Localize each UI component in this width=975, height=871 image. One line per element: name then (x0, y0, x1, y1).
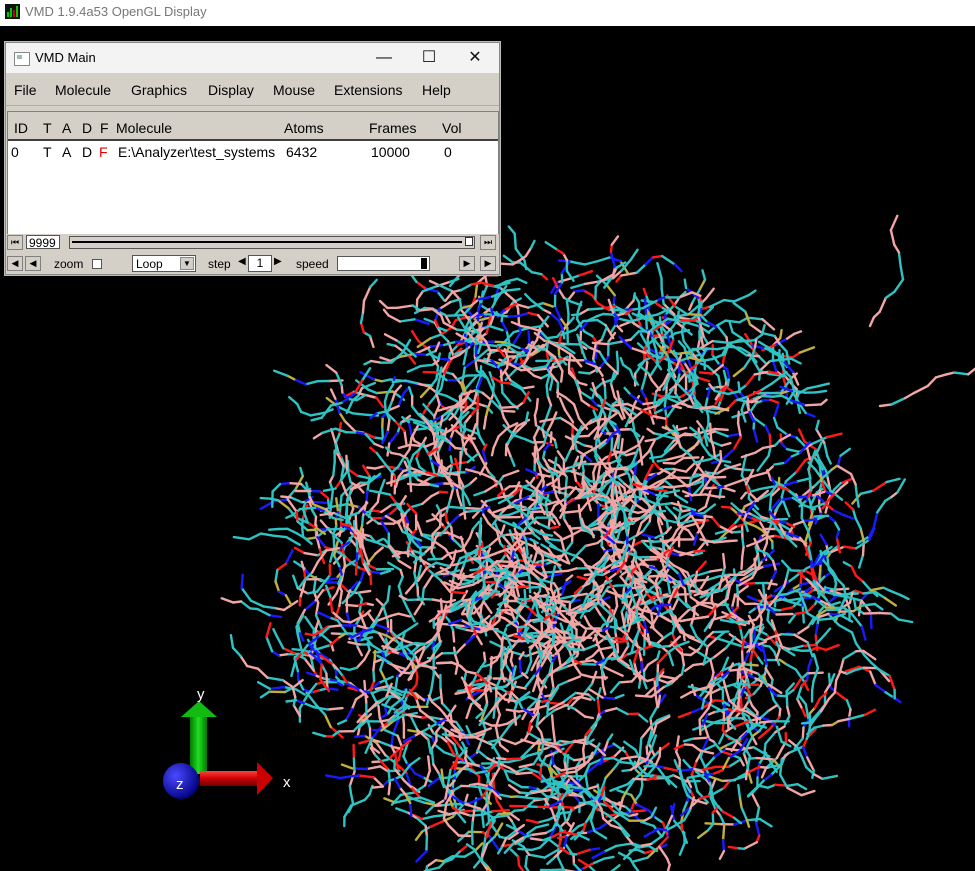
molecule-list-header: ID T A D F Molecule Atoms Frames Vol (8, 112, 498, 141)
window-icon (14, 52, 30, 66)
close-button[interactable]: ✕ (452, 43, 498, 73)
play-forward-button[interactable]: ▶ (480, 256, 496, 271)
step-decrement-icon[interactable]: ◀ (238, 256, 246, 267)
vmd-main-title: VMD Main (35, 50, 96, 65)
play-reverse-button[interactable]: ◀ (25, 256, 41, 271)
row-id: 0 (11, 144, 19, 160)
row-top-toggle[interactable]: T (43, 144, 52, 160)
row-molecule-name: E:\Analyzer\test_systems (118, 144, 276, 160)
step-forward-button[interactable]: ▶ (459, 256, 475, 271)
frame-slider-thumb[interactable] (465, 237, 473, 246)
column-id[interactable]: ID (14, 120, 28, 136)
column-active[interactable]: A (62, 120, 71, 136)
row-frames: 10000 (371, 144, 410, 160)
column-vol[interactable]: Vol (442, 120, 461, 136)
step-input[interactable]: 1 (248, 255, 272, 272)
speed-label: speed (296, 257, 329, 271)
loop-mode-value: Loop (136, 257, 163, 271)
step-increment-icon[interactable]: ▶ (274, 256, 282, 267)
y-axis-arrow (181, 701, 217, 774)
column-atoms[interactable]: Atoms (284, 120, 324, 136)
animation-control-row: ◀ ◀ zoom Loop ▼ step ◀ 1 ▶ speed ▶ ▶ (6, 254, 499, 274)
first-frame-button[interactable]: ⏮ (7, 235, 23, 250)
row-drawn-toggle[interactable]: D (82, 144, 92, 160)
frame-control-row: ⏮ 9999 ⏭ (6, 234, 499, 252)
menu-file[interactable]: File (14, 82, 37, 98)
menu-help[interactable]: Help (422, 82, 451, 98)
menu-extensions[interactable]: Extensions (334, 82, 402, 98)
vmd-main-window[interactable]: VMD Main — ☐ ✕ File Molecule Graphics Di… (5, 42, 500, 275)
z-axis-label: z (176, 776, 184, 793)
row-fixed-toggle[interactable]: F (99, 144, 108, 160)
step-label: step (208, 257, 231, 271)
column-frames[interactable]: Frames (369, 120, 416, 136)
last-frame-button[interactable]: ⏭ (480, 235, 496, 250)
vmd-main-titlebar[interactable]: VMD Main — ☐ ✕ (6, 43, 499, 73)
menu-display[interactable]: Display (208, 82, 254, 98)
maximize-button[interactable]: ☐ (406, 43, 452, 73)
x-axis-label: x (283, 774, 291, 791)
column-drawn[interactable]: D (82, 120, 92, 136)
step-back-button[interactable]: ◀ (7, 256, 23, 271)
chevron-down-icon[interactable]: ▼ (180, 257, 194, 270)
speed-slider-thumb[interactable] (421, 258, 427, 269)
x-axis-arrow (200, 762, 273, 795)
zoom-checkbox[interactable] (92, 259, 102, 269)
y-axis-label: y (197, 686, 205, 703)
menu-molecule[interactable]: Molecule (55, 82, 111, 98)
frame-number-input[interactable]: 9999 (26, 235, 60, 250)
zoom-label: zoom (54, 257, 84, 271)
column-top[interactable]: T (43, 120, 52, 136)
menu-graphics[interactable]: Graphics (131, 82, 187, 98)
vmd-app-icon (5, 4, 20, 19)
menu-bar: File Molecule Graphics Display Mouse Ext… (6, 73, 499, 106)
row-atoms: 6432 (286, 144, 318, 160)
frame-slider[interactable] (69, 236, 475, 249)
minimize-button[interactable]: — (361, 43, 407, 73)
column-molecule[interactable]: Molecule (116, 120, 172, 136)
row-vol: 0 (444, 144, 452, 160)
menu-mouse[interactable]: Mouse (273, 82, 315, 98)
gl-window-titlebar[interactable]: VMD 1.9.4a53 OpenGL Display (0, 0, 975, 26)
molecule-list[interactable]: ID T A D F Molecule Atoms Frames Vol 0 T… (7, 111, 499, 235)
speed-slider[interactable] (337, 256, 430, 271)
gl-window-title: VMD 1.9.4a53 OpenGL Display (25, 4, 207, 19)
row-active-toggle[interactable]: A (62, 144, 71, 160)
column-fixed[interactable]: F (100, 120, 109, 136)
frame-slider-track (72, 241, 462, 243)
loop-mode-select[interactable]: Loop ▼ (132, 255, 196, 272)
